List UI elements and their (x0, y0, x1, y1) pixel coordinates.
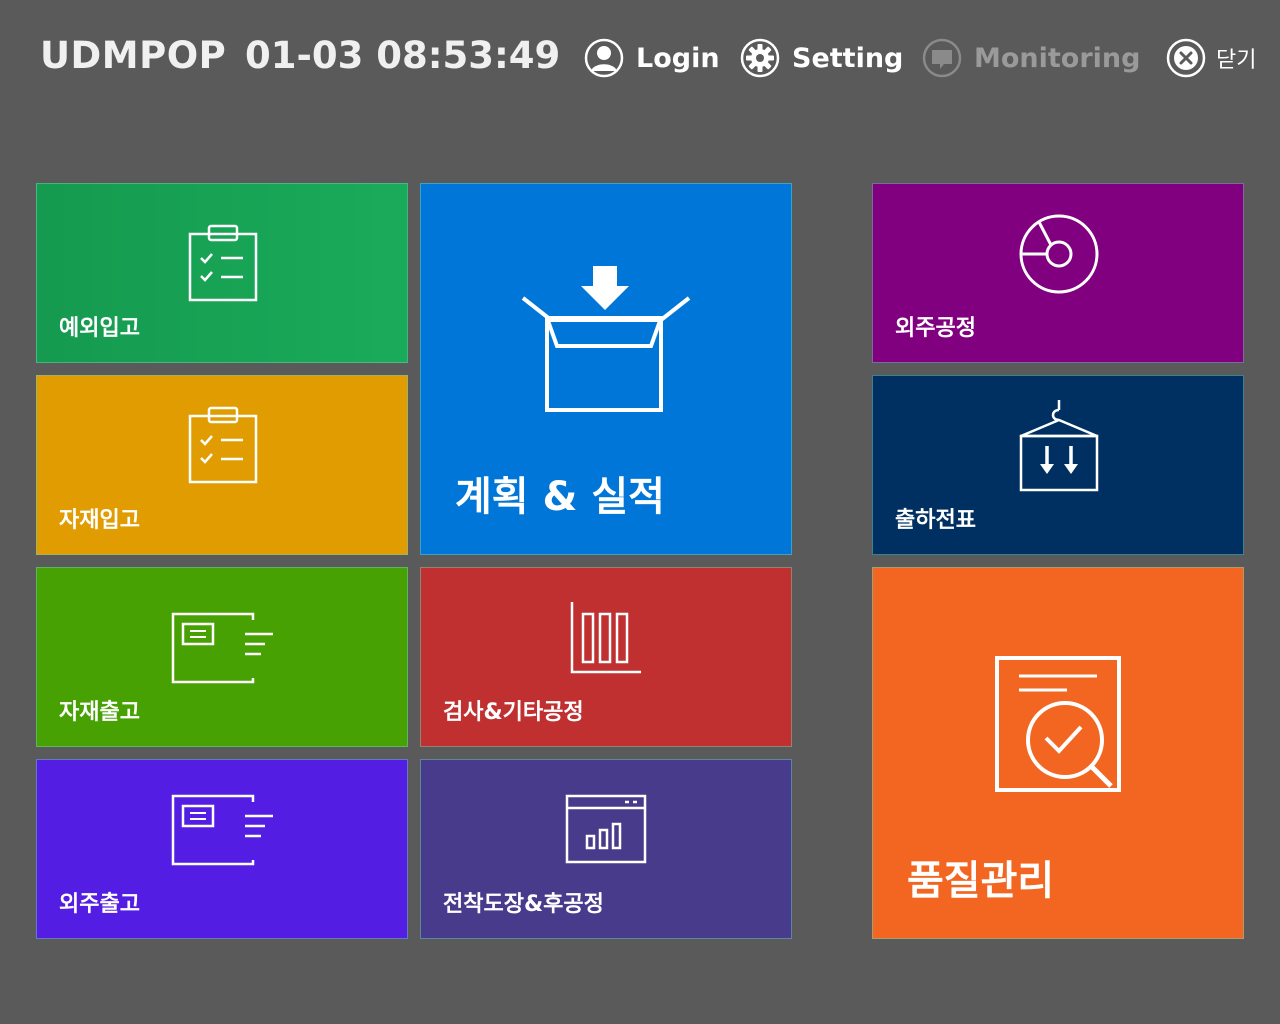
card-send-icon (171, 612, 273, 684)
login-label: Login (636, 42, 720, 74)
tile-label: 전착도장&후공정 (443, 892, 604, 917)
tile-outsourcing-issue[interactable]: 외주출고 (36, 759, 408, 939)
monitoring-label: Monitoring (974, 42, 1141, 74)
close-button[interactable]: 닫기 (1166, 36, 1256, 80)
clipboard-check-icon (188, 406, 258, 484)
bar-chart-icon (570, 602, 641, 674)
document-search-icon (995, 656, 1121, 792)
login-button[interactable]: Login (584, 36, 720, 80)
tile-label: 출하전표 (895, 508, 976, 533)
tile-label: 외주공정 (895, 316, 976, 341)
box-download-icon (521, 266, 691, 412)
crane-box-icon (1019, 400, 1099, 492)
tile-label: 계획 & 실적 (455, 474, 665, 520)
close-icon (1166, 38, 1206, 78)
tile-label: 품질관리 (907, 858, 1055, 904)
tile-label: 자재출고 (59, 700, 140, 725)
clipboard-check-icon (188, 224, 258, 302)
tile-outsourcing-process[interactable]: 외주공정 (872, 183, 1244, 363)
chat-monitor-icon (922, 38, 962, 78)
tile-quality-management[interactable]: 품질관리 (872, 567, 1244, 939)
card-send-icon (171, 794, 273, 866)
tile-label: 자재입고 (59, 508, 140, 533)
pie-chart-icon (1019, 214, 1099, 294)
tile-material-issue[interactable]: 자재출고 (36, 567, 408, 747)
app-title: UDMPOP (40, 34, 227, 77)
tile-inspection-process[interactable]: 검사&기타공정 (420, 567, 792, 747)
tile-shipping-slip[interactable]: 출하전표 (872, 375, 1244, 555)
setting-label: Setting (792, 42, 904, 74)
tile-label: 검사&기타공정 (443, 700, 584, 725)
tile-electrodeposition-process[interactable]: 전착도장&후공정 (420, 759, 792, 939)
header-bar: UDMPOP 01-03 08:53:49 Login Setting Moni… (0, 0, 1280, 115)
user-icon (584, 38, 624, 78)
close-label: 닫기 (1216, 48, 1257, 73)
tile-label: 외주출고 (59, 892, 140, 917)
tile-material-receipt[interactable]: 자재입고 (36, 375, 408, 555)
tile-label: 예외입고 (59, 316, 140, 341)
tile-exception-receipt[interactable]: 예외입고 (36, 183, 408, 363)
setting-button[interactable]: Setting (740, 36, 903, 80)
tile-plan-performance[interactable]: 계획 & 실적 (420, 183, 792, 555)
gear-icon (740, 38, 780, 78)
clock: 01-03 08:53:49 (245, 34, 561, 77)
window-chart-icon (565, 794, 647, 864)
monitoring-button[interactable]: Monitoring (922, 36, 1140, 80)
